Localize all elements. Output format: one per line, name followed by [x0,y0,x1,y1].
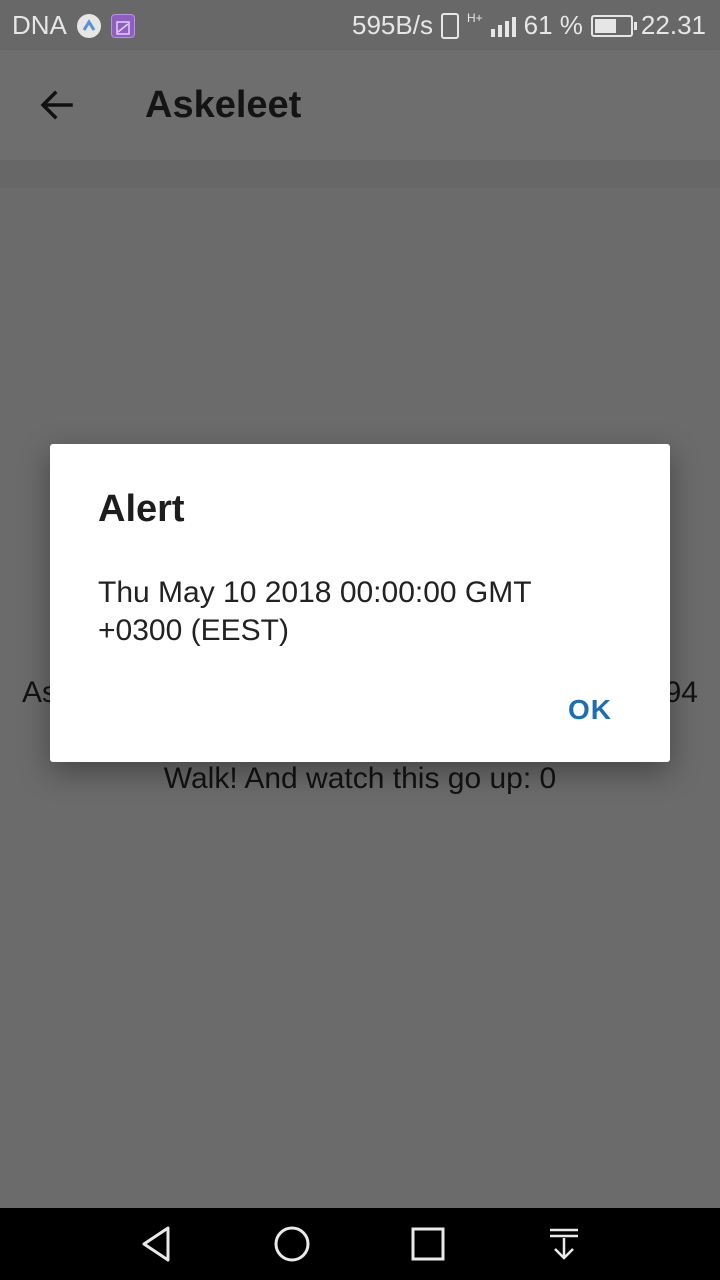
nav-notifications-button[interactable] [534,1220,594,1268]
step-counter-text: Walk! And watch this go up: 0 [163,762,557,795]
navigation-bar [0,1208,720,1280]
battery-fill [594,18,616,33]
app-notification-icon [76,13,101,38]
dialog-title: Alert [98,488,185,530]
battery-percent: 61 % [523,10,583,40]
clock: 22.31 [640,10,706,40]
status-bar: DNA 595B/s H+ 61 % 22.31 [0,0,720,50]
network-type: H+ [466,10,483,25]
page-title: Askeleet [145,84,302,126]
back-button[interactable] [30,78,84,132]
carrier-label: DNA [12,10,67,40]
signal-icon [490,15,516,37]
circle-home-icon [274,1226,310,1262]
square-recents-icon [411,1227,445,1261]
alert-dialog: Alert Thu May 10 2018 00:00:00 GMT +0300… [50,444,670,762]
nav-home-button[interactable] [262,1220,322,1268]
gallery-notification-icon [110,13,135,38]
pull-down-icon [550,1228,578,1260]
nav-recents-button[interactable] [398,1220,458,1268]
content-band [0,160,720,188]
triangle-back-icon [142,1226,170,1262]
net-speed: 595B/s [352,10,433,40]
status-right: 595B/s H+ 61 % 22.31 [352,10,706,41]
battery-icon [590,14,637,37]
arrow-back-icon [40,90,73,120]
nav-back-button[interactable] [126,1220,186,1268]
status-left: DNA [12,10,135,41]
dialog-message: Thu May 10 2018 00:00:00 GMT +0300 (EEST… [98,576,532,647]
app-bar: Askeleet [0,50,720,160]
ok-button[interactable]: OK [560,690,620,730]
vibrate-icon [440,12,459,39]
